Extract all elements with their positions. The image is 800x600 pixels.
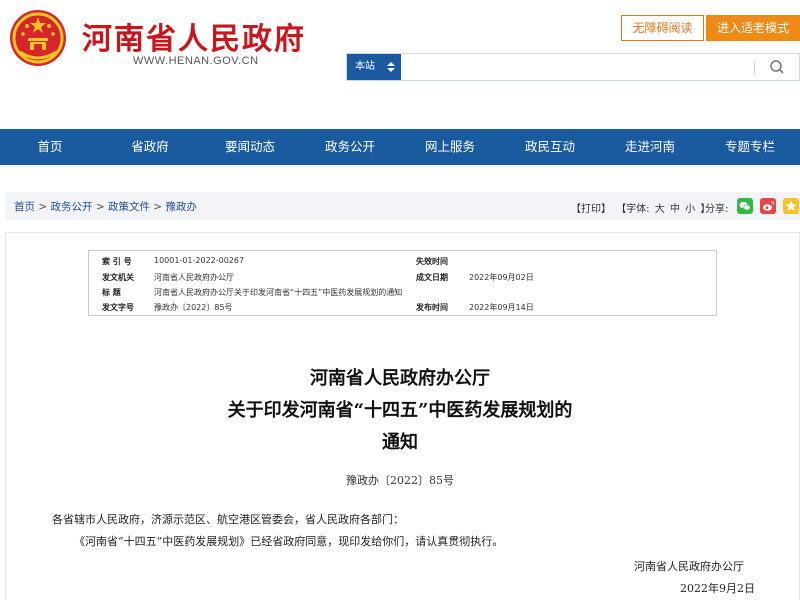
breadcrumb-item-government-affairs[interactable]: 政务公开 — [50, 201, 92, 213]
document-recipients: 各省辖市人民政府，济源示范区、航空港区管委会，省人民政府各部门： — [52, 513, 404, 526]
font-size-prefix: 【字体: — [616, 204, 650, 215]
document-title-line2: 关于印发河南省“十四五”中医药发展规划的 — [227, 400, 573, 421]
accessible-reading-button[interactable]: 无障碍阅读 — [621, 15, 704, 41]
meta-row: 索 引 号 10001-01-2022-00267 失效时间 — [89, 256, 718, 272]
nav-item-about-henan[interactable]: 走进河南 — [600, 129, 700, 165]
search-input[interactable] — [403, 54, 743, 80]
page-tools: 【打印】 【字体: 大 中 小 】 — [571, 200, 712, 215]
nav-item-online-services[interactable]: 网上服务 — [400, 129, 500, 165]
nav-item-special-topics[interactable]: 专题专栏 — [700, 129, 800, 165]
site-title[interactable]: 河南省人民政府 — [82, 14, 306, 58]
nav-item-news[interactable]: 要闻动态 — [200, 129, 300, 165]
meta-expiry-label: 失效时间 — [416, 257, 448, 266]
breadcrumb-item-policy-documents[interactable]: 政策文件 — [108, 201, 150, 213]
meta-publish-label: 发布时间 — [416, 303, 448, 312]
meta-index-label: 索 引 号 — [102, 257, 132, 266]
document-signature: 河南省人民政府办公厅 — [634, 560, 744, 573]
breadcrumb-item-yuzhengban[interactable]: 豫政办 — [165, 201, 197, 213]
document-date: 2022年9月2日 — [680, 582, 755, 595]
nav-item-provincial-government[interactable]: 省政府 — [100, 129, 200, 165]
breadcrumb: 首页 > 政务公开 > 政策文件 > 豫政办 — [14, 199, 197, 214]
national-emblem-icon[interactable] — [8, 8, 68, 68]
breadcrumb-item-home[interactable]: 首页 — [14, 201, 35, 213]
search-icon[interactable] — [766, 58, 788, 76]
breadcrumb-separator: > — [92, 201, 108, 213]
meta-docno-label: 发文字号 — [102, 303, 134, 312]
main-nav: 首页 省政府 要闻动态 政务公开 网上服务 政民互动 走进河南 专题专栏 — [0, 129, 800, 165]
document-title-line3: 通知 — [382, 432, 418, 453]
search-divider — [754, 61, 755, 75]
meta-row: 发文字号 豫政办〔2022〕85号 发布时间 2022年09月14日 — [89, 302, 718, 318]
share-label: 分享: — [705, 204, 729, 215]
breadcrumb-separator: > — [35, 201, 51, 213]
meta-docno-value: 豫政办〔2022〕85号 — [154, 303, 233, 312]
font-medium-button[interactable]: 中 — [670, 204, 680, 215]
font-large-button[interactable]: 大 — [655, 204, 665, 215]
document-title-line1: 河南省人民政府办公厅 — [310, 368, 490, 389]
print-button[interactable]: 【打印】 — [571, 204, 611, 215]
qzone-icon[interactable] — [783, 198, 799, 214]
caret-updown-icon — [387, 62, 395, 72]
nav-item-home[interactable]: 首页 — [0, 129, 100, 165]
document-number: 豫政办〔2022〕85号 — [346, 474, 454, 487]
breadcrumb-separator: > — [149, 201, 166, 213]
document-meta-table: 索 引 号 10001-01-2022-00267 失效时间 发文机关 河南省人… — [88, 250, 717, 316]
nav-item-government-affairs[interactable]: 政务公开 — [300, 129, 400, 165]
meta-row: 发文机关 河南省人民政府办公厅 成文日期 2022年09月02日 — [89, 272, 718, 288]
meta-publish-value: 2022年09月14日 — [469, 303, 534, 312]
document-body: 《河南省“十四五”中医药发展规划》已经省政府同意，现印发给你们，请认真贯彻执行。 — [74, 535, 504, 548]
elder-mode-button[interactable]: 进入适老模式 — [706, 15, 800, 41]
site-header: 河南省人民政府 WWW.HENAN.GOV.CN 无障碍阅读 进入适老模式 本站 — [0, 0, 800, 130]
meta-written-label: 成文日期 — [416, 273, 448, 282]
search-scope-label: 本站 — [355, 61, 375, 72]
meta-issuer-value: 河南省人民政府办公厅 — [154, 273, 234, 282]
meta-row: 标 题 河南省人民政府办公厅关于印发河南省“十四五”中医药发展规划的通知 — [89, 287, 718, 303]
search-bar: 本站 — [346, 53, 800, 81]
meta-index-value: 10001-01-2022-00267 — [154, 256, 245, 265]
nav-item-interaction[interactable]: 政民互动 — [500, 129, 600, 165]
meta-title-value: 河南省人民政府办公厅关于印发河南省“十四五”中医药发展规划的通知 — [154, 288, 403, 297]
site-domain: WWW.HENAN.GOV.CN — [133, 55, 259, 67]
breadcrumb-bar: 首页 > 政务公开 > 政策文件 > 豫政办 【打印】 【字体: 大 中 小 】… — [5, 192, 800, 220]
font-small-button[interactable]: 小 — [685, 204, 695, 215]
meta-issuer-label: 发文机关 — [102, 273, 134, 282]
wechat-icon[interactable] — [737, 198, 753, 214]
weibo-icon[interactable] — [760, 198, 776, 214]
meta-title-label: 标 题 — [102, 288, 121, 297]
meta-written-value: 2022年09月02日 — [469, 273, 534, 282]
